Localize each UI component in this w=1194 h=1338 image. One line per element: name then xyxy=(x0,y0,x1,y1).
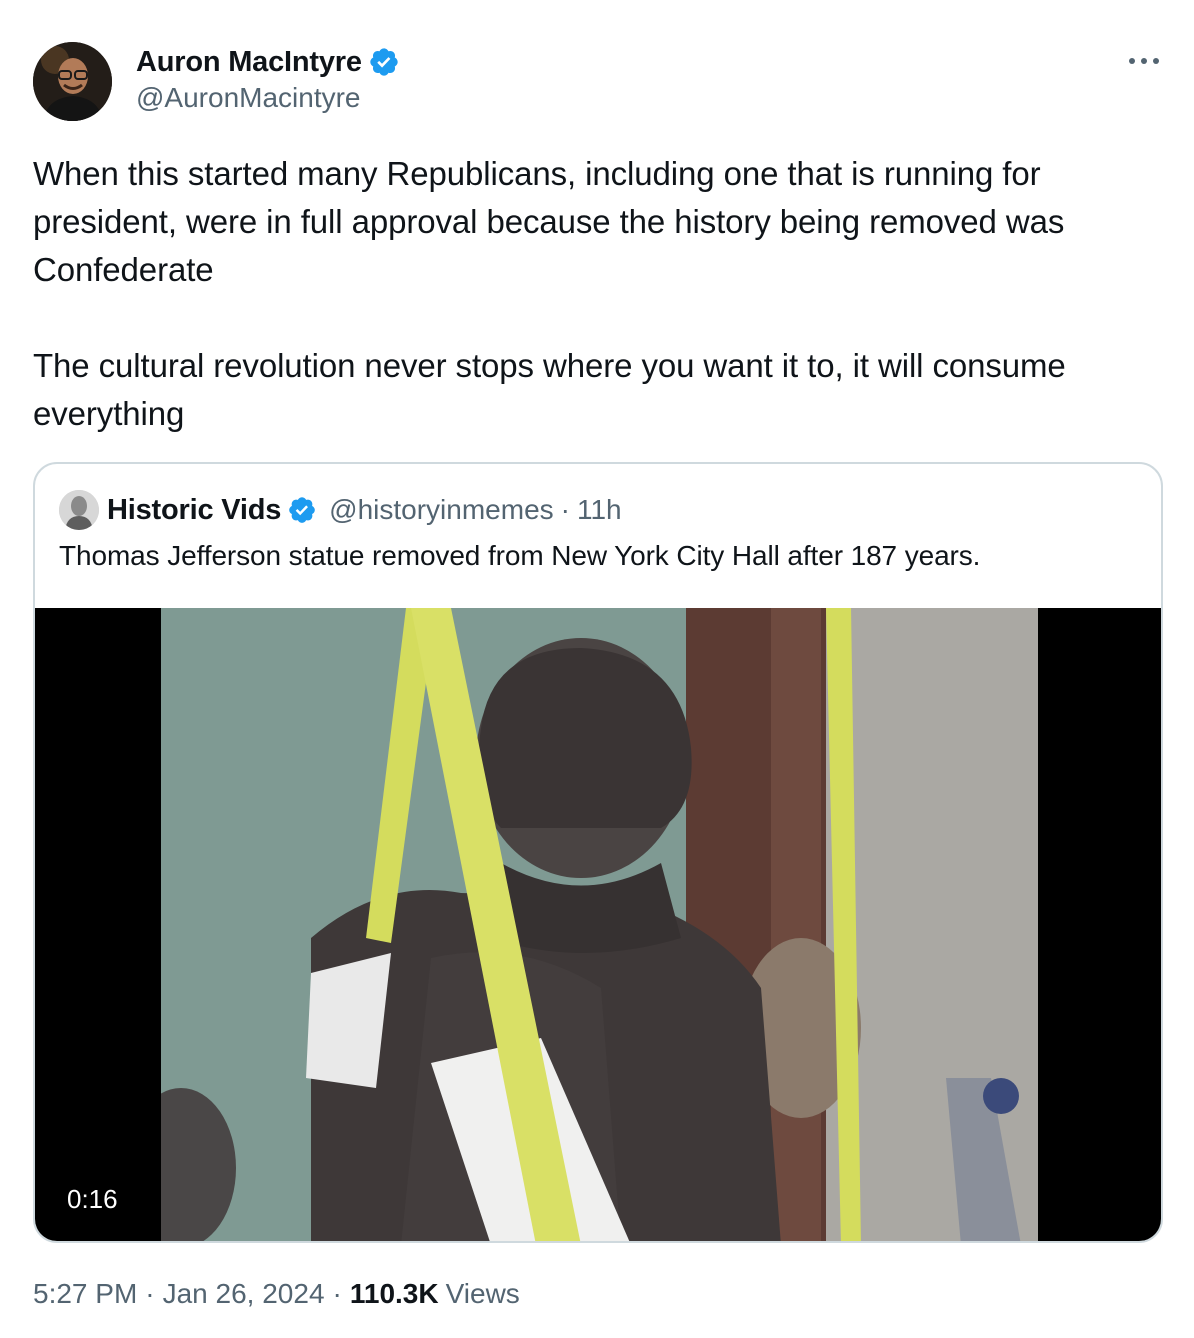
statue-video-thumbnail-icon xyxy=(161,608,1038,1241)
views-count: 110.3K xyxy=(349,1278,439,1309)
quoted-separator: · xyxy=(560,494,570,525)
quoted-text: Thomas Jefferson statue removed from New… xyxy=(59,540,981,571)
quoted-avatar[interactable] xyxy=(59,490,99,530)
author-block: Auron MacIntyre @AuronMacintyre xyxy=(136,44,400,114)
quoted-header: Historic Vids @historyinmemes · 11h xyxy=(59,490,622,530)
tweet: Auron MacIntyre @AuronMacintyre When thi… xyxy=(0,0,1194,1338)
profile-photo-icon xyxy=(33,42,112,121)
meta-separator: · xyxy=(145,1278,155,1309)
post-date[interactable]: Jan 26, 2024 xyxy=(163,1278,325,1310)
quoted-handle[interactable]: @historyinmemes xyxy=(329,494,553,526)
video-thumbnail[interactable] xyxy=(161,608,1038,1241)
video-player[interactable]: 0:16 xyxy=(35,608,1161,1241)
quoted-display-name[interactable]: Historic Vids xyxy=(107,494,281,527)
display-name-row: Auron MacIntyre xyxy=(136,44,400,80)
quoted-timestamp[interactable]: 11h xyxy=(577,494,622,526)
bust-portrait-icon xyxy=(59,490,99,530)
views-label: Views xyxy=(445,1278,520,1309)
more-dots-icon xyxy=(1129,58,1159,64)
verified-badge-icon[interactable] xyxy=(368,46,400,78)
tweet-metadata: 5:27 PM · Jan 26, 2024 · 110.3K Views xyxy=(33,1278,520,1310)
meta-separator: · xyxy=(332,1278,342,1309)
author-display-name[interactable]: Auron MacIntyre xyxy=(136,46,362,79)
quoted-tweet-card[interactable]: Historic Vids @historyinmemes · 11h Thom… xyxy=(33,462,1163,1243)
video-duration-badge: 0:16 xyxy=(55,1177,130,1221)
verified-badge-icon xyxy=(289,497,315,523)
author-avatar[interactable] xyxy=(33,42,112,121)
post-time[interactable]: 5:27 PM xyxy=(33,1278,137,1310)
more-options-button[interactable] xyxy=(1124,44,1164,78)
author-handle[interactable]: @AuronMacintyre xyxy=(136,82,400,114)
tweet-text: When this started many Republicans, incl… xyxy=(33,155,1066,432)
